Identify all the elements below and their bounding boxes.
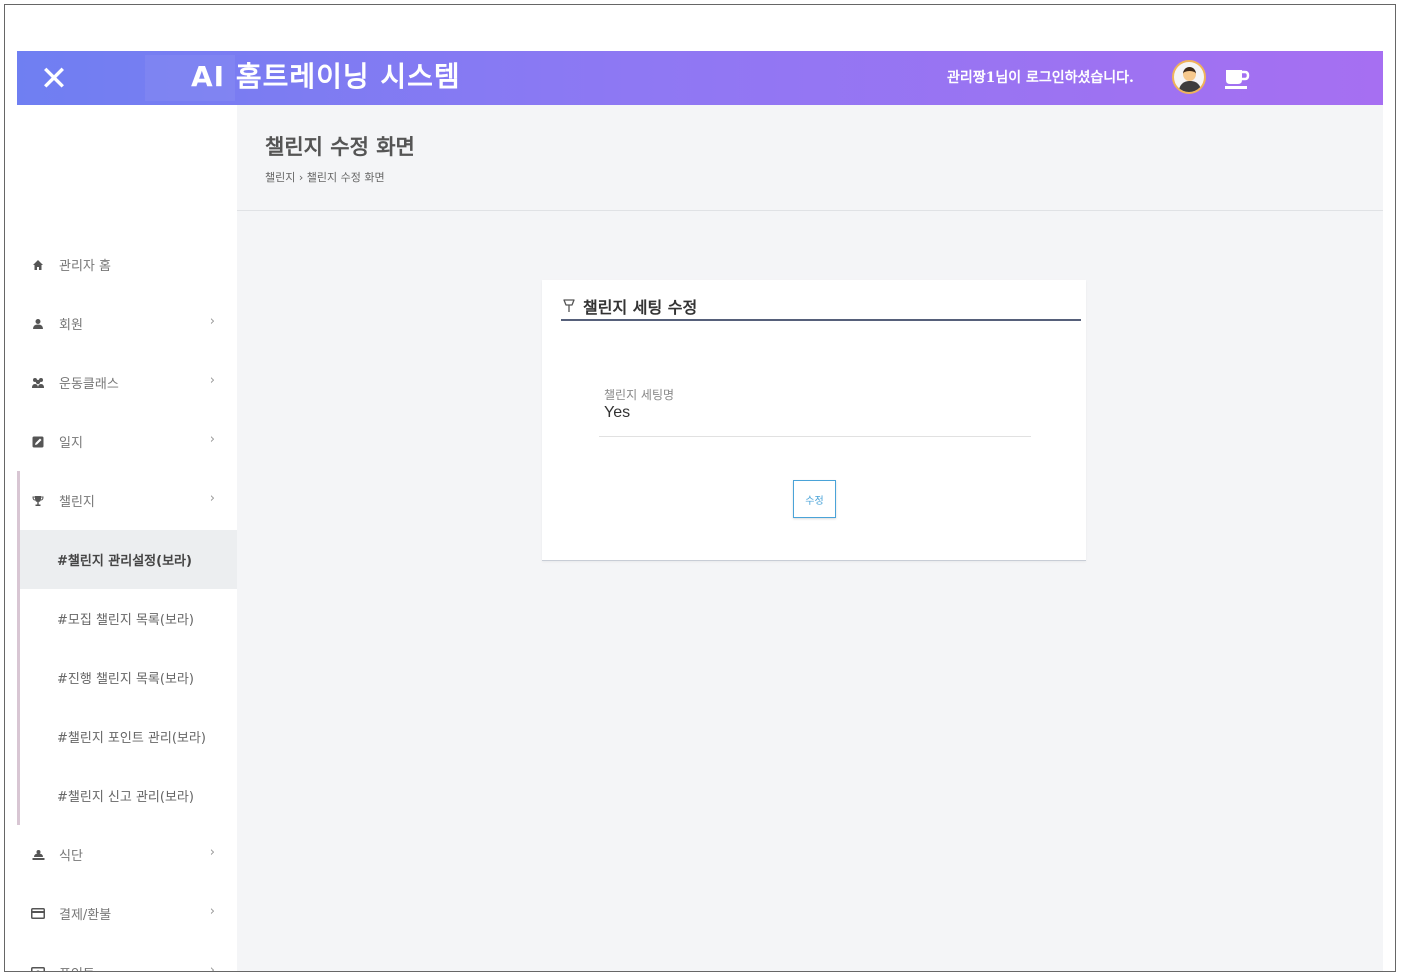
challenge-setting-name-input[interactable]	[604, 404, 1024, 422]
page-header: 챌린지 수정 화면 챌린지 › 챌린지 수정 화면	[237, 105, 1383, 211]
sidebar-item-payment-refund[interactable]: 결제/환불 ›	[17, 884, 237, 943]
sidebar-nav: 관리자 홈 회원 › 운동클래스 › 일지 › 챌린지 › #챌린지 관리설정(…	[17, 235, 237, 972]
card-title: 챌린지 세팅 수정	[583, 297, 698, 317]
app-root: ✕ AI 홈트레이닝 시스템 관리짱1님이 로그인하셨습니다. 관리자 홈 회원…	[17, 51, 1383, 972]
submenu-ongoing-challenge-list[interactable]: #진행 챌린지 목록(보라)	[20, 648, 237, 707]
chevron-right-icon: ›	[209, 963, 215, 972]
chevron-right-icon: ›	[209, 491, 215, 506]
page-title: 챌린지 수정 화면	[265, 135, 415, 159]
users-icon	[31, 376, 45, 390]
home-icon	[31, 258, 45, 272]
close-menu-button[interactable]: ✕	[31, 57, 77, 101]
challenge-submenu: #챌린지 관리설정(보라) #모집 챌린지 목록(보라) #진행 챌린지 목록(…	[17, 530, 237, 825]
submenu-recruit-challenge-list[interactable]: #모집 챌린지 목록(보라)	[20, 589, 237, 648]
browser-frame: ✕ AI 홈트레이닝 시스템 관리짱1님이 로그인하셨습니다. 관리자 홈 회원…	[4, 4, 1396, 972]
sidebar: 관리자 홈 회원 › 운동클래스 › 일지 › 챌린지 › #챌린지 관리설정(…	[17, 105, 237, 972]
chevron-right-icon: ›	[209, 373, 215, 388]
sidebar-item-label: 식단	[59, 849, 83, 864]
edit-icon	[31, 435, 45, 449]
food-icon	[31, 848, 45, 862]
close-icon: ✕	[39, 59, 69, 99]
avatar-body	[1179, 81, 1201, 92]
chevron-right-icon: ›	[209, 314, 215, 329]
top-header: ✕ AI 홈트레이닝 시스템 관리짱1님이 로그인하셨습니다.	[17, 51, 1383, 105]
point-icon	[31, 966, 45, 971]
trophy-icon	[31, 494, 45, 508]
sidebar-item-admin-home[interactable]: 관리자 홈	[17, 235, 237, 294]
pin-icon	[563, 298, 575, 312]
sidebar-item-label: 관리자 홈	[59, 259, 111, 274]
submenu-challenge-point-management[interactable]: #챌린지 포인트 관리(보라)	[20, 707, 237, 766]
sidebar-item-point[interactable]: 포인트 ›	[17, 943, 237, 972]
challenge-settings-card: 챌린지 세팅 수정 챌린지 세팅명 수정	[542, 280, 1086, 561]
credit-card-icon	[31, 907, 45, 921]
sidebar-item-diet[interactable]: 식단 ›	[17, 825, 237, 884]
sidebar-item-label: 일지	[59, 436, 83, 451]
sidebar-item-exercise-class[interactable]: 운동클래스 ›	[17, 353, 237, 412]
user-avatar[interactable]	[1172, 60, 1206, 94]
challenge-setting-name-field: 챌린지 세팅명	[599, 384, 1031, 437]
user-icon	[31, 317, 45, 331]
sidebar-item-label: 운동클래스	[59, 377, 119, 392]
login-status-text: 관리짱1님이 로그인하셨습니다.	[947, 70, 1134, 86]
save-button[interactable]: 수정	[793, 480, 836, 518]
sidebar-item-label: 결제/환불	[59, 908, 112, 923]
breadcrumb: 챌린지 › 챌린지 수정 화면	[265, 171, 385, 184]
submenu-challenge-settings[interactable]: #챌린지 관리설정(보라)	[20, 530, 237, 589]
avatar-head	[1183, 67, 1196, 81]
sidebar-item-label: 포인트	[59, 963, 95, 971]
sidebar-item-challenge[interactable]: 챌린지 ›	[17, 471, 237, 530]
sidebar-item-journal[interactable]: 일지 ›	[17, 412, 237, 471]
chevron-right-icon: ›	[209, 904, 215, 919]
chevron-right-icon: ›	[209, 432, 215, 447]
field-label: 챌린지 세팅명	[604, 388, 675, 402]
app-title: AI 홈트레이닝 시스템	[191, 60, 461, 93]
submenu-challenge-report-management[interactable]: #챌린지 신고 관리(보라)	[20, 766, 237, 825]
coffee-cup-icon[interactable]	[1224, 68, 1250, 90]
sidebar-item-label: 챌린지	[59, 495, 95, 510]
sidebar-item-member[interactable]: 회원 ›	[17, 294, 237, 353]
sidebar-item-label: 회원	[59, 318, 83, 333]
chevron-right-icon: ›	[209, 845, 215, 860]
card-header: 챌린지 세팅 수정	[561, 292, 1081, 321]
